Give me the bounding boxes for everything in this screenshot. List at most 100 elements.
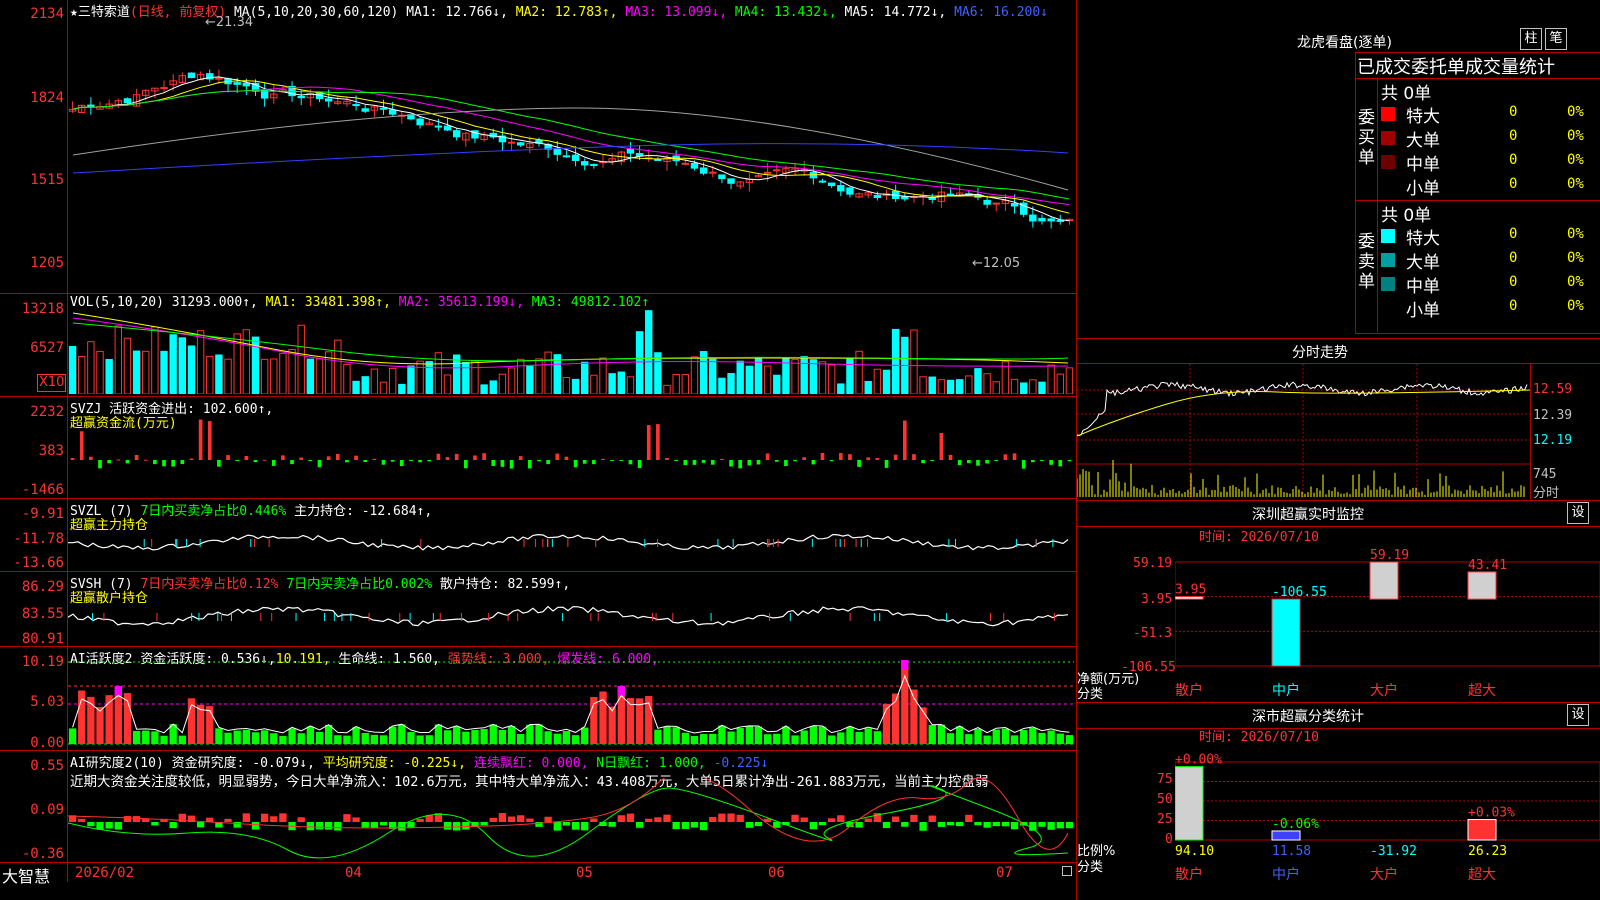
volume-bar [297, 324, 305, 394]
flow-bar [811, 460, 816, 465]
divider [1077, 728, 1600, 729]
research-value: 资金研究度: -0.079↓, [171, 756, 315, 771]
volume-bar [352, 380, 360, 394]
ma6-value: MA6: 16.200↓ [954, 5, 1048, 20]
y-tick: 0.09 [30, 802, 64, 818]
candle-body [452, 130, 461, 138]
intraday-panel[interactable]: 分时走势 12.59 12.39 12.19 745 分时 [1077, 338, 1600, 501]
y-tick: 0 [1165, 832, 1173, 847]
volume-bar [196, 330, 205, 394]
flow-bar [820, 452, 825, 460]
flow-bar [363, 460, 368, 463]
activity-bar [754, 726, 763, 744]
flow-bar [628, 460, 633, 465]
candlestick-chart[interactable] [68, 20, 1074, 292]
flow-bar [564, 456, 569, 460]
volume-chart[interactable] [68, 308, 1074, 394]
flow-bar [491, 460, 496, 466]
flow-bar [582, 460, 587, 464]
divider [1077, 338, 1600, 339]
flow-bar [884, 460, 889, 468]
x-tick: 06 [768, 865, 785, 881]
ai-research-label: AI研究度2(10) [70, 756, 164, 771]
research-bar [297, 817, 305, 822]
tick-view-button[interactable]: 笔 [1545, 28, 1567, 50]
flow-bar [802, 457, 807, 460]
volume-bar [763, 365, 772, 394]
volume-bar [827, 364, 836, 394]
activity-bar [279, 735, 287, 744]
candle-body [416, 118, 424, 126]
moving-average-line [72, 80, 1070, 214]
order-count: 0 [1509, 250, 1518, 266]
sz-stats-bar-chart[interactable]: +0.00% 94.10 散户 -0.06% 11.58 中户 -31.92 大户 +0.03%… [1175, 742, 1600, 900]
flow-bar [957, 460, 962, 466]
intraday-title: 分时走势 [1292, 345, 1348, 361]
research-bar [553, 822, 561, 831]
research-bar [928, 815, 936, 822]
flow-bar [546, 460, 550, 465]
research-bar [242, 813, 250, 822]
activity-bar [992, 729, 1000, 744]
volume-bar [645, 310, 653, 394]
avg-research-value: 平均研究度: -0.225↓, [322, 756, 467, 771]
flow-bar [381, 460, 386, 465]
order-percent: 0% [1567, 128, 1584, 144]
retail-position-chart[interactable] [68, 588, 1074, 644]
research-line [68, 778, 1069, 850]
order-percent: 0% [1567, 152, 1584, 168]
candle-body [837, 185, 845, 192]
volume-bar [270, 358, 278, 394]
activity-bar [334, 735, 342, 744]
research-bar [626, 813, 635, 822]
candle-body [297, 95, 305, 99]
category-label: 散户 [1175, 866, 1203, 883]
candle-body [827, 182, 836, 187]
volume-bar [672, 374, 680, 394]
capital-flow-chart[interactable] [68, 412, 1074, 496]
flow-bar [445, 457, 450, 460]
research-bar [818, 822, 827, 826]
candle-body [928, 197, 936, 200]
flow-bar [893, 454, 898, 460]
volume-bar [160, 350, 168, 394]
ai-research-chart[interactable] [68, 778, 1074, 862]
left-chart-area[interactable]: ★三特索道(日线, 前复权) MA(5,10,20,30,60,120) MA1… [0, 0, 1076, 886]
flow-bar [912, 454, 916, 460]
star-icon[interactable]: ★ [70, 5, 78, 20]
volume-bar [132, 350, 141, 394]
volume-bar [78, 355, 86, 394]
research-bar [361, 822, 369, 828]
moving-average-line [72, 107, 1069, 191]
volume-bar [526, 364, 534, 394]
settings-button[interactable]: 设 [1567, 704, 1589, 726]
y-tick: 0.00 [30, 735, 64, 751]
volume-bar [279, 352, 287, 394]
candle-body [160, 87, 168, 90]
activity-bar [142, 730, 150, 744]
flow-bar [500, 460, 505, 467]
research-bar [526, 818, 534, 822]
flow-bar [518, 456, 523, 460]
volume-bar [910, 329, 918, 394]
sz-monitor-bar-chart[interactable]: 3.95 散户 -106.55 中户 59.19 大户 43.41 超大 [1175, 540, 1600, 702]
main-position-chart[interactable] [68, 516, 1074, 570]
research-bar [608, 822, 616, 827]
volume-bar [754, 356, 763, 394]
volume-bar [681, 374, 690, 394]
flow-bar [326, 456, 331, 460]
research-bar [544, 816, 552, 822]
activity-bar [242, 729, 250, 744]
intraday-chart[interactable] [1077, 364, 1530, 498]
activity-bar [379, 735, 388, 744]
bar-view-button[interactable]: 柱 [1520, 28, 1542, 50]
lock-icon[interactable] [1062, 866, 1072, 876]
ai-active-chart[interactable] [68, 660, 1074, 748]
brand-logo[interactable]: 大智慧 [2, 863, 50, 887]
settings-button[interactable]: 设 [1567, 502, 1589, 524]
activity-bar [132, 730, 141, 744]
flow-bar [125, 460, 130, 464]
order-count: 0 [1509, 274, 1518, 290]
volume-bar [471, 360, 479, 394]
bar-value-label: -106.55 [1272, 585, 1327, 600]
